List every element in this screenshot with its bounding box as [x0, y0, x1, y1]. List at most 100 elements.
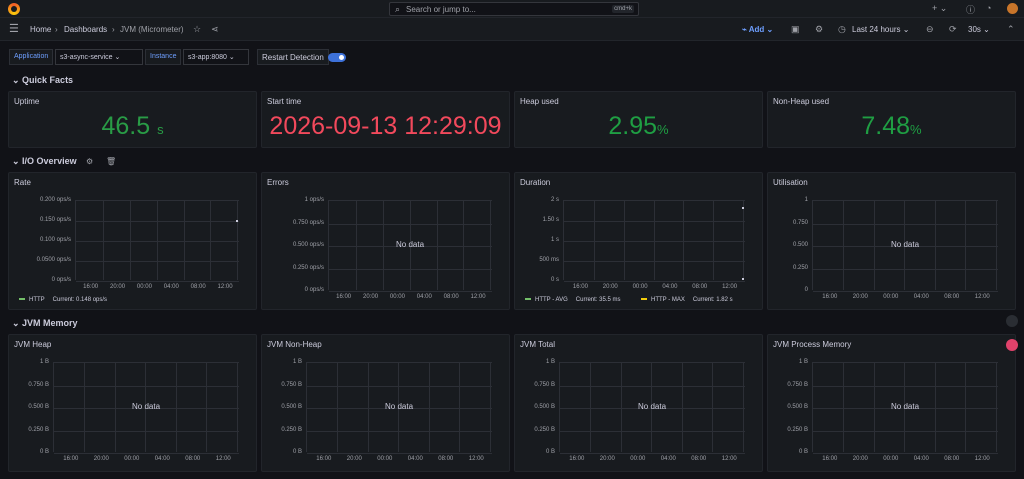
- panel-title: JVM Total: [520, 340, 555, 349]
- application-select[interactable]: s3-async-service ⌄: [55, 49, 143, 65]
- panel-utilisation: Utilisation 1 0.750 0.500 0.250 0 16:00 20:00 00…: [767, 172, 1016, 310]
- legend-name: HTTP: [29, 297, 45, 303]
- y-tick-label: 0.250: [792, 264, 808, 271]
- refresh-icon[interactable]: ⟳: [949, 24, 957, 35]
- x-tick-label: 16:00: [822, 456, 838, 462]
- y-tick-label: 2 s: [550, 197, 559, 203]
- instance-label: Instance: [145, 49, 182, 65]
- y-tick-label: 0.250 B: [28, 426, 49, 433]
- add-icon: ⌁: [742, 25, 749, 34]
- y-tick-label: 0.150 ops/s: [39, 217, 71, 223]
- x-tick-label: 00:00: [389, 294, 405, 300]
- y-tick-label: 0.250 B: [281, 426, 302, 433]
- y-tick-label: 0.500 B: [28, 404, 49, 410]
- x-tick-label: 16:00: [569, 456, 585, 462]
- menu-icon[interactable]: ☰: [9, 22, 19, 35]
- y-tick-label: 0.750 B: [787, 381, 808, 388]
- x-tick-label: 20:00: [93, 456, 109, 462]
- application-label: Application: [9, 49, 54, 65]
- y-tick-label: 0.500 B: [787, 404, 808, 410]
- stat-value: 7.48%: [861, 112, 922, 140]
- x-tick-label: 04:00: [662, 284, 678, 290]
- data-point: [236, 220, 238, 222]
- search-input[interactable]: ⌕ Search or jump to... cmd+k: [389, 2, 639, 16]
- x-tick-label: 00:00: [632, 284, 648, 290]
- panel-title: Start time: [267, 97, 302, 106]
- breadcrumb-home[interactable]: Home: [30, 25, 51, 34]
- avatar[interactable]: [1007, 3, 1018, 14]
- rss-icon[interactable]: ◔: [986, 3, 991, 13]
- y-tick-label: 0.750 ops/s: [292, 219, 324, 226]
- row-quick-facts[interactable]: ⌄ Quick Facts: [12, 75, 73, 86]
- x-tick-label: 16:00: [316, 456, 332, 462]
- help-icon[interactable]: ⓘ: [966, 3, 975, 16]
- gear-icon[interactable]: ⚙: [815, 24, 823, 35]
- save-icon[interactable]: ▣: [791, 24, 800, 35]
- clock-icon: ◷: [838, 24, 846, 34]
- x-tick-label: 08:00: [185, 456, 201, 462]
- row-io-overview[interactable]: ⌄ I/O Overview: [12, 156, 77, 167]
- search-shortcut: cmd+k: [612, 5, 634, 13]
- y-tick-label: 0.500 ops/s: [292, 242, 324, 248]
- time-range-picker[interactable]: Last 24 hours ⌄: [852, 25, 909, 34]
- star-icon[interactable]: ☆: [193, 24, 201, 35]
- legend-current: Current: 35.5 ms: [575, 297, 621, 303]
- legend-name: HTTP - MAX: [651, 297, 685, 303]
- x-tick-label: 20:00: [599, 456, 615, 462]
- y-tick-label: 0: [804, 287, 808, 293]
- panel-title: Duration: [520, 178, 551, 187]
- y-tick-label: 0.500 B: [534, 404, 555, 410]
- y-tick-label: 0.250 B: [787, 426, 808, 433]
- panel-title: Rate: [14, 178, 31, 187]
- assistant-icon[interactable]: [1006, 339, 1018, 351]
- x-tick-label: 04:00: [416, 294, 432, 300]
- share-icon[interactable]: ⋖: [211, 24, 219, 35]
- stat-panel-uptime: Uptime 46.5 s: [8, 91, 257, 148]
- x-tick-label: 08:00: [691, 456, 707, 462]
- y-tick-label: 0.500 B: [281, 404, 302, 410]
- x-tick-label: 08:00: [438, 456, 454, 462]
- panel-title: Heap used: [520, 97, 559, 106]
- breadcrumb-dashboards[interactable]: Dashboards: [64, 25, 107, 34]
- panel-errors: Errors 1 ops/s 0.750 ops/s 0.500 ops/s 0.250…: [261, 172, 510, 310]
- legend-item[interactable]: HTTP - MAX Current: 1.82 s: [641, 297, 733, 303]
- trash-icon[interactable]: 🗑: [106, 157, 116, 166]
- y-tick-label: 0.750 B: [281, 381, 302, 388]
- y-tick-label: 0 B: [39, 449, 49, 455]
- y-tick-label: 1: [804, 197, 808, 203]
- x-tick-label: 00:00: [136, 284, 152, 290]
- y-tick-label: 0.200 ops/s: [39, 197, 71, 203]
- y-tick-label: 0 B: [798, 449, 808, 455]
- grafana-logo[interactable]: [8, 3, 20, 15]
- x-tick-label: 08:00: [190, 284, 206, 290]
- x-tick-label: 04:00: [407, 456, 423, 462]
- zoom-out-icon[interactable]: ⊖: [926, 24, 934, 35]
- plus-icon[interactable]: + ⌄: [932, 3, 947, 14]
- instance-select[interactable]: s3-app:8080 ⌄: [183, 49, 249, 65]
- x-tick-label: 04:00: [913, 294, 929, 300]
- chevron-right-icon: ›: [112, 25, 115, 34]
- row-jvm-memory[interactable]: ⌄ JVM Memory: [12, 318, 78, 329]
- x-tick-label: 16:00: [83, 284, 99, 290]
- stat-panel-non-heap-used: Non-Heap used 7.48%: [767, 91, 1016, 148]
- x-tick-label: 12:00: [721, 456, 737, 462]
- legend-swatch: [525, 298, 531, 301]
- x-tick-label: 04:00: [163, 284, 179, 290]
- x-tick-label: 08:00: [692, 284, 708, 290]
- legend-item[interactable]: HTTP - AVG Current: 35.5 ms: [525, 297, 620, 303]
- refresh-interval-picker[interactable]: 30s ⌄: [968, 25, 990, 34]
- panel-title: Uptime: [14, 97, 40, 106]
- legend-item[interactable]: HTTP Current: 0.148 ops/s: [19, 297, 107, 303]
- search-icon: ⌕: [395, 4, 401, 14]
- y-tick-label: 1 B: [39, 359, 49, 365]
- add-button[interactable]: ⌁ Add ⌄: [742, 25, 773, 34]
- chart-grid: [563, 200, 745, 282]
- chart-grid: [75, 200, 239, 282]
- settings-icon[interactable]: ⚙: [86, 157, 93, 166]
- apps-icon[interactable]: [1006, 315, 1018, 327]
- y-tick-label: 500 ms: [539, 257, 559, 263]
- restart-detection-toggle[interactable]: [328, 53, 346, 62]
- restart-detection-label: Restart Detection: [257, 49, 329, 65]
- chevron-up-icon[interactable]: ⌃: [1007, 24, 1015, 35]
- y-tick-label: 0.750 B: [28, 381, 49, 388]
